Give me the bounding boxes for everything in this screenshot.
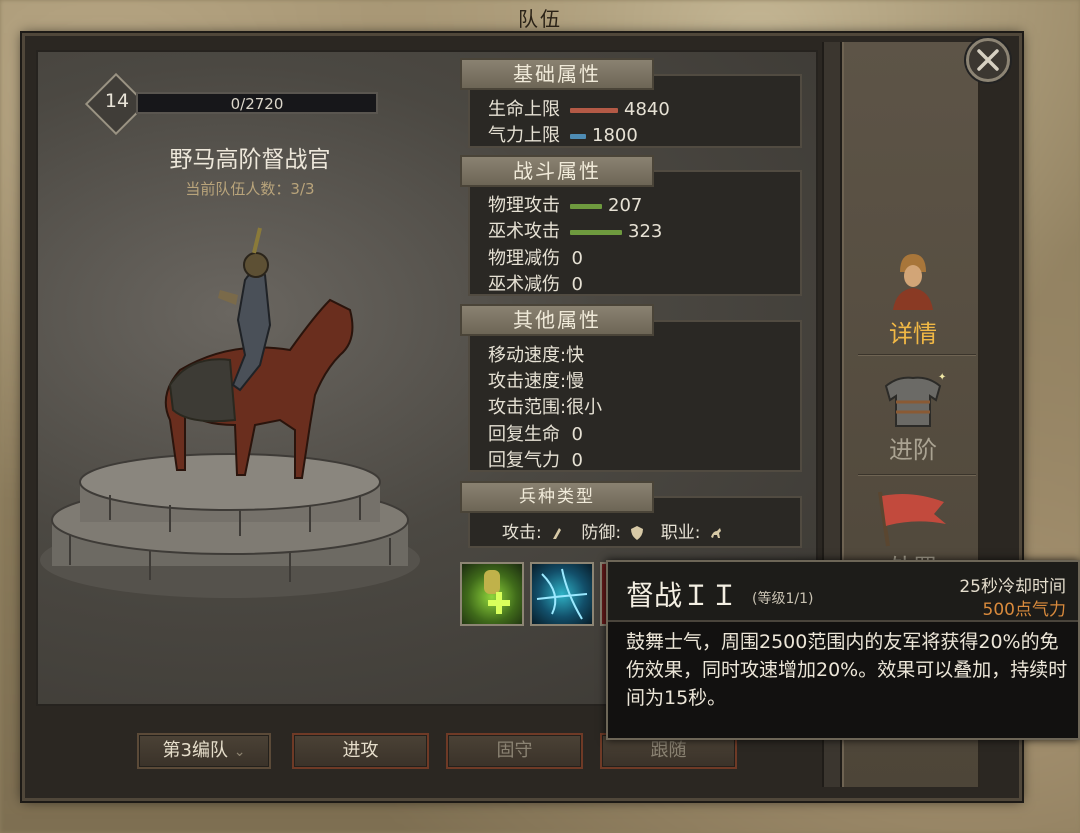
cavalry-icon: [710, 528, 721, 538]
sidebar-divider: [858, 354, 976, 356]
stat-bar: [570, 229, 622, 235]
stat-energy-row: 气力上限 1800: [488, 121, 638, 147]
squad-select-label: 第3编队: [162, 740, 228, 761]
basic-attributes-header: 基础属性: [460, 58, 654, 90]
combat-attributes-header: 战斗属性: [460, 155, 654, 187]
screen-title: 队伍: [518, 7, 562, 31]
skill-cooldown: 25秒冷却时间: [959, 577, 1066, 597]
stat-energy-bar: [570, 133, 586, 139]
stat-hp-row: 生命上限 4840: [488, 95, 670, 121]
skill-name: 督战ＩＩ: [626, 579, 739, 612]
lightning-icon: [536, 568, 588, 620]
stat-value: 0: [571, 274, 583, 295]
stat-hp-label: 生命上限: [488, 99, 560, 120]
stat-magic-attack-row: 巫术攻击 323: [488, 217, 662, 243]
stat-label: 物理攻击: [488, 195, 560, 216]
skill-level: (等级1/1): [752, 591, 814, 607]
xp-text: 0/2720: [230, 95, 284, 113]
skill-tooltip: 督战ＩＩ (等级1/1) 25秒冷却时间 500点气力 鼓舞士气，周围2500范…: [606, 560, 1080, 740]
stat-move-speed-row: 移动速度:快: [488, 341, 584, 367]
attack-type-label: 攻击:: [502, 523, 542, 543]
defense-type-label: 防御:: [581, 523, 622, 543]
skill-description: 鼓舞士气，周围2500范围内的友军将获得20%的免伤效果，同时攻速增加20%。效…: [626, 631, 1068, 709]
stat-value: :很小: [560, 397, 603, 418]
attack-button[interactable]: 进攻: [292, 733, 429, 769]
stat-attack-speed-row: 攻击速度:慢: [488, 367, 584, 393]
close-button[interactable]: [966, 38, 1010, 82]
close-icon: [977, 49, 999, 71]
buff-heal-icon: [484, 570, 510, 614]
tab-details-label: 详情: [889, 320, 937, 348]
level-number: 14: [104, 90, 130, 112]
other-attributes-header: 其他属性: [460, 304, 654, 336]
unit-name: 野马高阶督战官: [169, 147, 331, 173]
stat-value: :快: [560, 345, 585, 366]
stat-energy-regen-row: 回复气力 0: [488, 446, 583, 472]
skill-slot-2[interactable]: [530, 562, 594, 626]
stat-physical-reduction-row: 物理减伤 0: [488, 244, 583, 270]
melee-icon: [553, 528, 562, 539]
stat-label: 巫术攻击: [488, 221, 560, 242]
sidebar-divider: [858, 474, 976, 476]
xp-bar: 0/2720: [136, 92, 378, 114]
stat-label: 攻击速度: [488, 371, 560, 392]
skill-cost: 500点气力: [982, 600, 1066, 620]
stat-hp-bar: [570, 107, 618, 113]
skill-tooltip-header: 督战ＩＩ (等级1/1) 25秒冷却时间 500点气力: [608, 562, 1078, 622]
stat-value: 0: [571, 450, 583, 471]
stat-label: 巫术减伤: [488, 274, 560, 295]
chevron-down-icon: ⌄: [233, 744, 246, 760]
stat-hp-value: 4840: [624, 99, 670, 120]
stat-value: 0: [571, 248, 583, 269]
stat-label: 回复气力: [488, 450, 560, 471]
flag-icon: [878, 491, 946, 547]
shield-icon: [630, 526, 643, 540]
stat-energy-value: 1800: [592, 125, 638, 146]
class-type-label: 职业:: [660, 523, 701, 543]
tab-advance-label: 进阶: [889, 436, 937, 464]
stat-energy-label: 气力上限: [488, 125, 560, 146]
stat-value: 323: [628, 221, 663, 242]
tab-advance[interactable]: ✦ 进阶: [844, 372, 982, 482]
hold-button[interactable]: 固守: [446, 733, 583, 769]
stat-label: 物理减伤: [488, 248, 560, 269]
stat-value: :慢: [560, 371, 585, 392]
stat-hp-regen-row: 回复生命 0: [488, 420, 583, 446]
stat-label: 移动速度: [488, 345, 560, 366]
soldier-portrait-icon: [893, 254, 933, 310]
stat-label: 攻击范围: [488, 397, 560, 418]
troop-type-header: 兵种类型: [460, 481, 654, 513]
troop-type-row: 攻击: 防御: 职业:: [502, 518, 724, 543]
svg-text:✦: ✦: [938, 372, 946, 383]
stat-attack-range-row: 攻击范围:很小: [488, 393, 602, 419]
armor-icon: ✦: [884, 372, 946, 427]
squad-select-dropdown[interactable]: 第3编队 ⌄: [137, 733, 271, 769]
stat-value: 207: [608, 195, 643, 216]
skill-slot-1[interactable]: [460, 562, 524, 626]
tab-details[interactable]: 详情: [844, 250, 982, 360]
stat-bar: [570, 203, 602, 209]
stat-magic-reduction-row: 巫术减伤 0: [488, 270, 583, 296]
stat-physical-attack-row: 物理攻击 207: [488, 191, 642, 217]
team-count: 当前队伍人数：3/3: [185, 180, 315, 198]
stat-label: 回复生命: [488, 424, 560, 445]
stat-value: 0: [571, 424, 583, 445]
unit-model-image: [40, 227, 420, 598]
